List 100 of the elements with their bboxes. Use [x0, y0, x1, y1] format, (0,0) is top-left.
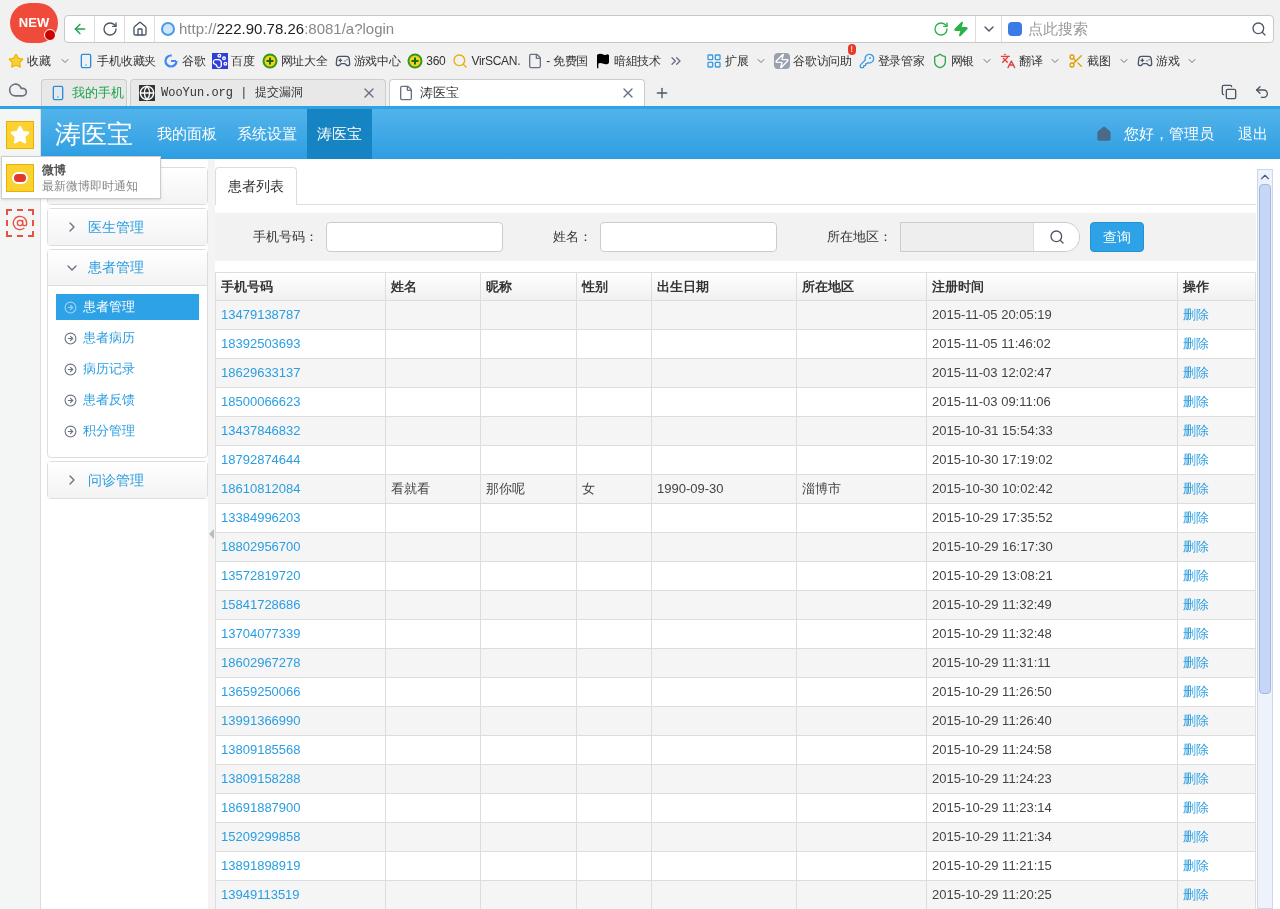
content-tab[interactable]: 患者列表: [215, 167, 297, 205]
extension-item[interactable]: 游戏: [1136, 52, 1199, 70]
cloud-icon[interactable]: [8, 80, 28, 100]
menu-header[interactable]: 问诊管理: [48, 462, 207, 498]
home-icon[interactable]: [1096, 126, 1112, 142]
new-badge-logo[interactable]: NEW: [10, 3, 58, 43]
bookmark-item[interactable]: 手机收藏夹: [78, 52, 156, 70]
phone-link[interactable]: 13891898919: [221, 856, 301, 876]
menu-header[interactable]: 患者管理: [48, 250, 207, 286]
nav-link[interactable]: 我的面板: [147, 109, 227, 159]
phone-link[interactable]: 18629633137: [221, 363, 301, 383]
delete-link[interactable]: 删除: [1183, 450, 1209, 470]
delete-link[interactable]: 删除: [1183, 421, 1209, 441]
phone-link[interactable]: 13809158288: [221, 769, 301, 789]
phone-link[interactable]: 18802956700: [221, 537, 301, 557]
phone-link[interactable]: 13949113519: [221, 885, 300, 905]
extension-item[interactable]: 翻译: [1000, 52, 1062, 70]
page-icon: [527, 53, 544, 69]
phone-link[interactable]: 18691887900: [221, 798, 301, 818]
column-header: 手机号码: [216, 273, 386, 300]
phone-link[interactable]: 13572819720: [221, 566, 301, 586]
favorite-button[interactable]: [6, 121, 34, 149]
bookmark-item[interactable]: 百度: [212, 52, 255, 70]
delete-link[interactable]: 删除: [1183, 740, 1209, 760]
table-cell-text: 女: [582, 480, 595, 499]
phone-link[interactable]: 18392503693: [221, 334, 301, 354]
bookmark-item[interactable]: 暗組技术: [595, 52, 661, 70]
extension-item[interactable]: 网银: [931, 52, 993, 70]
delete-link[interactable]: 删除: [1183, 653, 1209, 673]
phone-link[interactable]: 15841728686: [221, 595, 301, 615]
grid-icon: [705, 53, 722, 69]
delete-link[interactable]: 删除: [1183, 479, 1209, 499]
phone-link[interactable]: 15209299858: [221, 827, 301, 847]
windows-icon[interactable]: [1221, 84, 1237, 100]
filter-input[interactable]: [326, 222, 503, 252]
phone-link[interactable]: 18500066623: [221, 392, 301, 412]
extension-item[interactable]: 登录管家: [858, 52, 925, 70]
bookmark-item[interactable]: 谷歌: [162, 52, 206, 70]
table-cell-text: 1990-09-30: [657, 480, 724, 499]
arrow-circle-icon: [64, 362, 77, 376]
phone-link[interactable]: 13704077339: [221, 624, 301, 644]
bookmark-item[interactable]: VirSCAN.: [452, 52, 521, 70]
bookmark-item[interactable]: - 免费国: [527, 52, 589, 70]
scissors-icon: [1068, 53, 1085, 69]
query-button[interactable]: 查询: [1090, 222, 1144, 252]
phone-link[interactable]: 13991366990: [221, 711, 301, 731]
mail-icon[interactable]: [6, 209, 34, 237]
scroll-thumb[interactable]: [1259, 184, 1271, 694]
delete-link[interactable]: 删除: [1183, 624, 1209, 644]
delete-link[interactable]: 删除: [1183, 682, 1209, 702]
table-cell-text: 2015-10-29 16:17:30: [932, 538, 1053, 557]
browser-tab[interactable]: 涛医宝: [389, 79, 645, 106]
delete-link[interactable]: 删除: [1183, 798, 1209, 818]
bookmark-item[interactable]: 网址大全: [261, 52, 328, 70]
filter-input[interactable]: [600, 222, 777, 252]
delete-link[interactable]: 删除: [1183, 769, 1209, 789]
delete-link[interactable]: 删除: [1183, 827, 1209, 847]
submenu-item[interactable]: 病历记录: [56, 356, 199, 382]
logout-link[interactable]: 退出: [1238, 122, 1268, 146]
delete-link[interactable]: 删除: [1183, 508, 1209, 528]
bookmark-item[interactable]: 收藏: [8, 52, 72, 70]
phone-link[interactable]: 13479138787: [221, 305, 301, 325]
undo-icon[interactable]: [1254, 84, 1270, 100]
delete-link[interactable]: 删除: [1183, 305, 1209, 325]
phone-link[interactable]: 13437846832: [221, 421, 301, 441]
delete-link[interactable]: 删除: [1183, 885, 1209, 905]
phone-link[interactable]: 18610812084: [221, 479, 301, 499]
menu-header[interactable]: 医生管理: [48, 209, 207, 245]
submenu-item[interactable]: 患者病历: [56, 325, 199, 351]
extension-item[interactable]: 截图: [1068, 52, 1130, 70]
scrollbar[interactable]: [1257, 169, 1273, 909]
submenu-item[interactable]: 积分管理: [56, 418, 199, 444]
delete-link[interactable]: 删除: [1183, 595, 1209, 615]
nav-link[interactable]: 系统设置: [227, 109, 307, 159]
submenu-item[interactable]: 患者反馈: [56, 387, 199, 413]
delete-link[interactable]: 删除: [1183, 537, 1209, 557]
phone-link[interactable]: 13659250066: [221, 682, 301, 702]
phone-link[interactable]: 18792874644: [221, 450, 301, 470]
phone-link[interactable]: 13809185568: [221, 740, 301, 760]
bookmark-item[interactable]: 360: [407, 52, 446, 70]
submenu-item[interactable]: 患者管理: [56, 294, 199, 320]
browser-tab[interactable]: WooYun.org | 提交漏洞: [130, 79, 386, 106]
arrow-circle-icon: [64, 331, 77, 345]
delete-link[interactable]: 删除: [1183, 856, 1209, 876]
bookmark-item[interactable]: 游戏中心: [334, 52, 401, 70]
delete-link[interactable]: 删除: [1183, 363, 1209, 383]
filter-label: 姓名：: [553, 228, 592, 247]
extension-item[interactable]: 扩展: [705, 52, 768, 70]
delete-link[interactable]: 删除: [1183, 566, 1209, 586]
phone-link[interactable]: 18602967278: [221, 653, 301, 673]
extension-item[interactable]: 谷歌访问助: [774, 52, 852, 70]
delete-link[interactable]: 删除: [1183, 334, 1209, 354]
weibo-popup[interactable]: 微博 最新微博即时通知: [1, 156, 161, 199]
browser-tab[interactable]: 我的手机: [41, 79, 127, 106]
phone-link[interactable]: 13384996203: [221, 508, 301, 528]
nav-link[interactable]: 涛医宝: [307, 109, 372, 159]
delete-link[interactable]: 删除: [1183, 711, 1209, 731]
search-icon[interactable]: [1048, 229, 1065, 245]
region-search-field[interactable]: [900, 222, 1080, 252]
delete-link[interactable]: 删除: [1183, 392, 1209, 412]
